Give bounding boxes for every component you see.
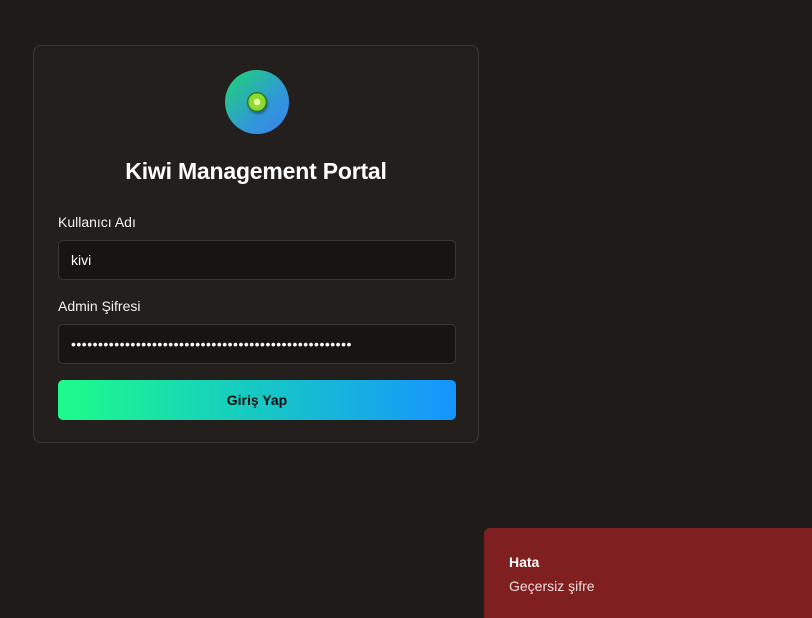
login-button[interactable]: Giriş Yap — [58, 380, 456, 420]
password-field[interactable] — [58, 324, 456, 364]
username-field[interactable] — [58, 240, 456, 280]
logo — [225, 70, 289, 134]
toast-message: Geçersiz şifre — [509, 578, 595, 594]
kiwi-icon — [247, 92, 267, 112]
password-label: Admin Şifresi — [58, 298, 141, 314]
page-title: Kiwi Management Portal — [125, 158, 387, 184]
error-toast: Hata Geçersiz şifre — [484, 528, 812, 618]
login-card: Kiwi Management Portal Kullanıcı Adı Adm… — [33, 45, 479, 443]
toast-title: Hata — [509, 554, 540, 570]
username-label: Kullanıcı Adı — [58, 214, 136, 230]
